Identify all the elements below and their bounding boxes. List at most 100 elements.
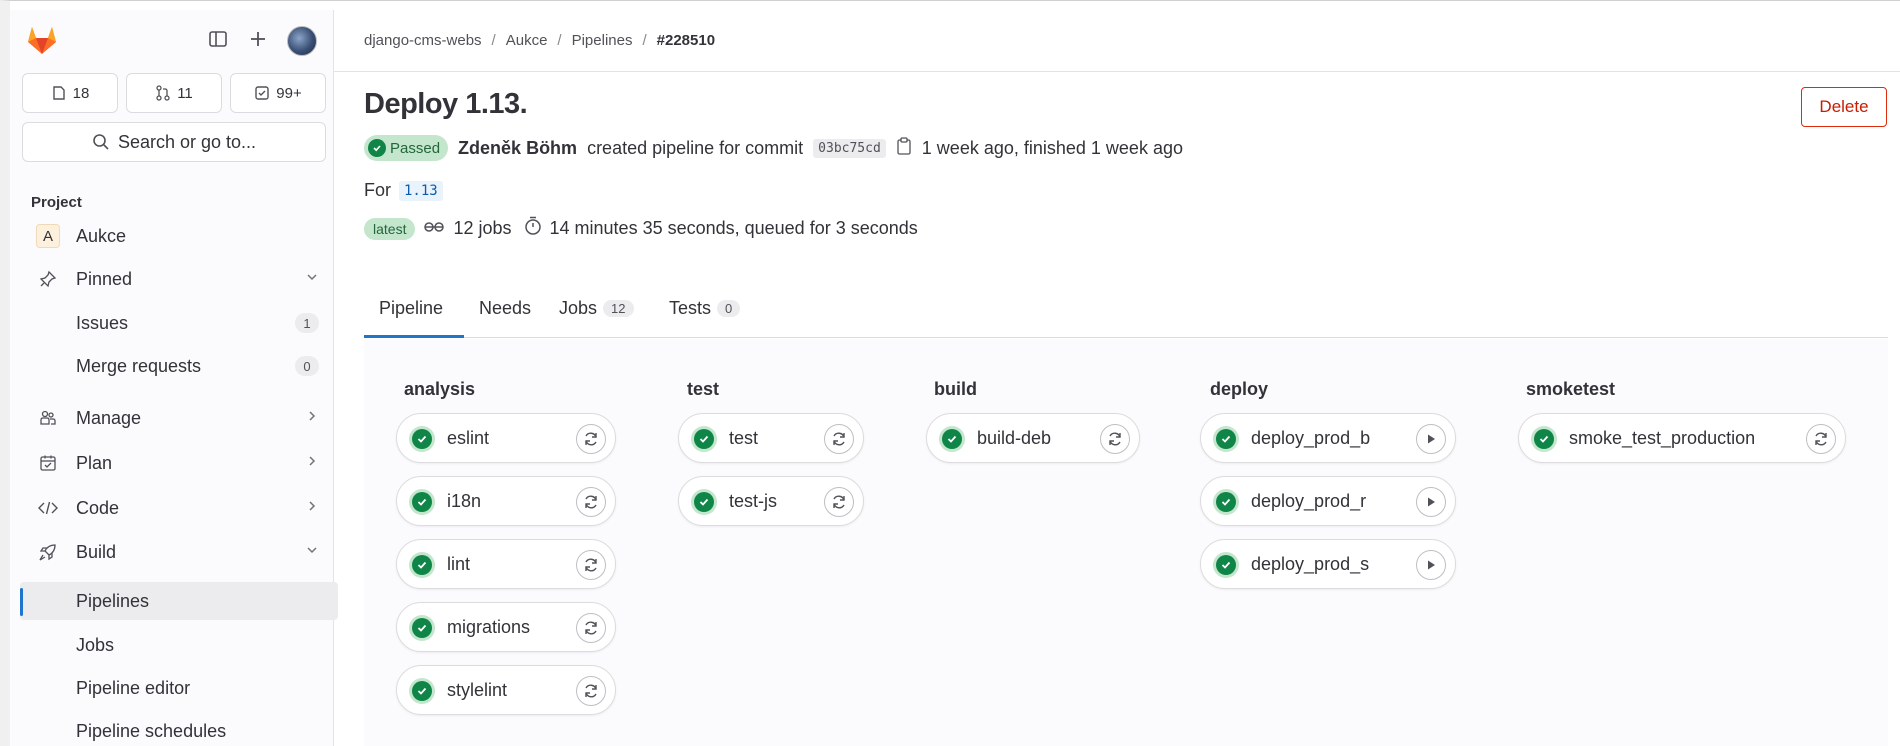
job-name: smoke_test_production <box>1569 427 1756 448</box>
pipeline-graph: analysis test build deploy smoketest esl… <box>364 339 1888 746</box>
breadcrumb-group[interactable]: django-cms-webs <box>364 32 482 49</box>
search-button[interactable]: Search or go to... <box>22 122 326 162</box>
retry-icon[interactable] <box>576 676 606 706</box>
retry-icon[interactable] <box>1806 424 1836 454</box>
check-circle-icon <box>409 426 435 452</box>
breadcrumb-current[interactable]: #228510 <box>657 32 715 49</box>
sidebar-item-code[interactable]: Code <box>20 489 334 527</box>
sidebar-item-label: Pipelines <box>76 590 150 611</box>
job-name: deploy_prod_r <box>1251 490 1367 511</box>
sidebar-item-merge-requests[interactable]: Merge requests 0 <box>20 347 334 385</box>
job-deploy-prod-r[interactable]: deploy_prod_r <box>1200 476 1456 526</box>
play-icon[interactable] <box>1416 487 1446 517</box>
sidebar-item-project[interactable]: A Aukce <box>20 217 334 255</box>
pin-icon <box>36 267 60 291</box>
sidebar-item-label: Merge requests <box>76 355 202 376</box>
tab-needs[interactable]: Needs <box>464 278 546 338</box>
user-avatar[interactable] <box>287 26 317 56</box>
check-circle-icon <box>1213 489 1239 515</box>
breadcrumb-pipelines[interactable]: Pipelines <box>572 32 633 49</box>
job-eslint[interactable]: eslint <box>396 413 616 463</box>
sidebar-item-label: Pipeline editor <box>76 677 191 698</box>
copy-icon[interactable] <box>896 136 912 160</box>
tab-pipeline[interactable]: Pipeline <box>364 278 464 338</box>
job-i18n[interactable]: i18n <box>396 476 616 526</box>
sidebar-section-title: Project <box>31 194 82 211</box>
merge-requests-count: 11 <box>177 84 193 102</box>
status-label: Passed <box>390 139 441 157</box>
sidebar-item-pinned[interactable]: Pinned <box>20 260 334 298</box>
sidebar-item-jobs[interactable]: Jobs <box>20 626 334 664</box>
job-deploy-prod-s[interactable]: deploy_prod_s <box>1200 539 1456 589</box>
retry-icon[interactable] <box>576 487 606 517</box>
stage-title: smoketest <box>1526 379 1616 399</box>
for-label: For <box>364 180 391 200</box>
merge-requests-count-button[interactable]: 11 <box>126 73 222 113</box>
retry-icon[interactable] <box>1100 424 1130 454</box>
retry-icon[interactable] <box>576 613 606 643</box>
job-name: test <box>729 427 759 448</box>
ref-link[interactable]: 1.13 <box>399 180 443 201</box>
tab-tests[interactable]: Tests 0 <box>654 278 755 338</box>
job-name: stylelint <box>447 679 508 700</box>
sidebar-item-pipelines[interactable]: Pipelines <box>20 582 338 620</box>
sidebar-counts: 18 11 99+ <box>22 73 326 113</box>
search-icon <box>93 134 109 150</box>
issues-count-button[interactable]: 18 <box>22 73 118 113</box>
commit-sha[interactable]: 03bc75cd <box>813 138 886 158</box>
sidebar-item-manage[interactable]: Manage <box>20 399 334 437</box>
main-content: django-cms-webs / Aukce / Pipelines / #2… <box>334 10 1900 746</box>
todos-count: 99+ <box>276 84 302 102</box>
play-icon[interactable] <box>1416 424 1446 454</box>
job-test-js[interactable]: test-js <box>678 476 864 526</box>
job-deploy-prod-b[interactable]: deploy_prod_b <box>1200 413 1456 463</box>
tab-count: 0 <box>717 299 741 317</box>
rocket-icon <box>36 540 60 564</box>
sidebar-item-plan[interactable]: Plan <box>20 444 334 482</box>
sidebar-item-label: Jobs <box>76 634 115 655</box>
author-name[interactable]: Zdeněk Böhm <box>458 138 577 159</box>
check-circle-icon <box>1213 552 1239 578</box>
job-name: deploy_prod_b <box>1251 427 1371 448</box>
retry-icon[interactable] <box>824 424 854 454</box>
delete-button[interactable]: Delete <box>1801 87 1887 127</box>
sidebar-item-issues[interactable]: Issues 1 <box>20 304 334 342</box>
merge-request-icon <box>156 85 170 101</box>
sidebar-item-build[interactable]: Build <box>20 533 334 571</box>
check-circle-icon <box>409 615 435 641</box>
tab-jobs[interactable]: Jobs 12 <box>544 278 649 338</box>
sidebar-item-label: Manage <box>76 407 142 428</box>
job-lint[interactable]: lint <box>396 539 616 589</box>
job-smoke-test-production[interactable]: smoke_test_production <box>1518 413 1846 463</box>
duration-text: 14 minutes 35 seconds, queued for 3 seco… <box>549 218 918 238</box>
job-migrations[interactable]: migrations <box>396 602 616 652</box>
todo-icon <box>255 86 269 100</box>
check-circle-icon <box>368 139 386 157</box>
todos-count-button[interactable]: 99+ <box>230 73 326 113</box>
job-stylelint[interactable]: stylelint <box>396 665 616 715</box>
job-test[interactable]: test <box>678 413 864 463</box>
page-title: Deploy 1.13. <box>364 88 528 120</box>
breadcrumb-project[interactable]: Aukce <box>506 32 548 49</box>
sidebar-toggle-icon[interactable] <box>203 24 233 54</box>
tab-count: 12 <box>603 299 634 317</box>
plus-icon[interactable] <box>243 24 273 54</box>
job-build-deb[interactable]: build-deb <box>926 413 1140 463</box>
issues-badge: 1 <box>295 313 319 333</box>
sidebar-item-pipeline-editor[interactable]: Pipeline editor <box>20 669 334 707</box>
retry-icon[interactable] <box>576 550 606 580</box>
retry-icon[interactable] <box>824 487 854 517</box>
check-circle-icon <box>1531 426 1557 452</box>
chevron-down-icon <box>306 543 318 561</box>
play-icon[interactable] <box>1416 550 1446 580</box>
merge-requests-badge: 0 <box>295 356 319 376</box>
sidebar-item-pipeline-schedules[interactable]: Pipeline schedules <box>20 712 334 746</box>
sidebar-header <box>10 10 334 72</box>
sidebar-item-label: Plan <box>76 452 113 473</box>
stage-title: test <box>687 379 720 399</box>
retry-icon[interactable] <box>576 424 606 454</box>
gitlab-logo-icon[interactable] <box>24 22 60 56</box>
status-badge[interactable]: Passed <box>364 135 449 161</box>
pipeline-stats: latest 12 jobs 14 minutes 35 seconds, qu… <box>364 216 918 241</box>
check-circle-icon <box>409 489 435 515</box>
